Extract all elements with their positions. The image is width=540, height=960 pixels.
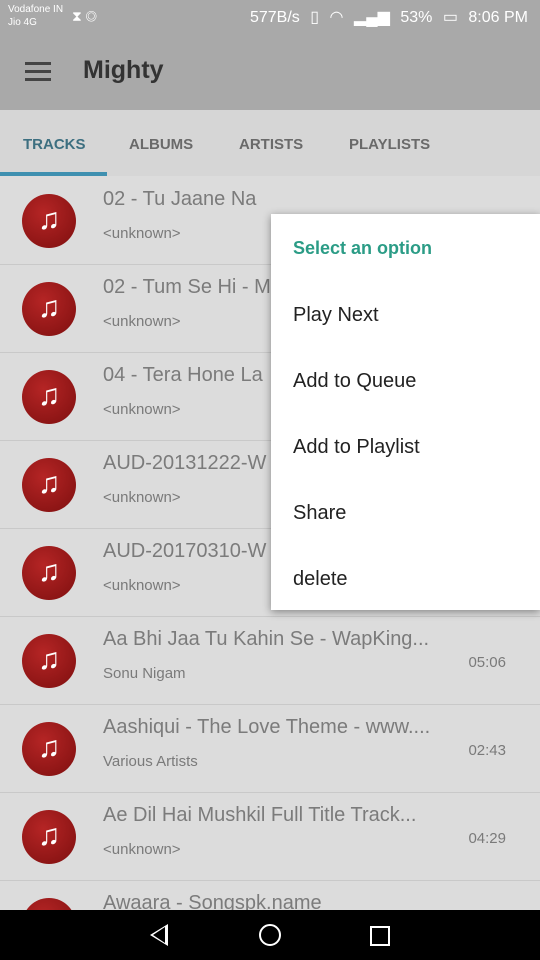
track-art: ♫ <box>22 722 76 776</box>
carrier-name: Vodafone IN <box>8 4 64 15</box>
battery-level: 53% <box>400 9 433 26</box>
menu-item-add-to-queue[interactable]: Add to Queue <box>293 370 416 393</box>
app-bar <box>0 34 540 110</box>
battery-icon: ▭ <box>442 9 458 26</box>
clock: 8:06 PM <box>468 9 528 26</box>
status-right: 577B/s ▯ ◠ ▂▄▆ 53% ▭ 8:06 PM <box>244 7 528 27</box>
track-art: ♫ <box>22 898 76 910</box>
track-art: ♫ <box>22 810 76 864</box>
track-title: Aa Bhi Jaa Tu Kahin Se - WapKing... <box>103 628 430 650</box>
app-title: Mighty <box>83 56 164 84</box>
menu-item-share[interactable]: Share <box>293 502 346 525</box>
track-title: Ae Dil Hai Mushkil Full Title Track... <box>103 804 417 826</box>
track-artist: <unknown> <box>103 841 181 858</box>
music-note-icon: ♫ <box>37 467 61 500</box>
track-title: Awaara - Songspk.name <box>103 892 322 910</box>
recent-square-icon[interactable] <box>370 926 390 946</box>
tab-albums[interactable]: ALBUMS <box>129 136 193 153</box>
track-row[interactable]: ♫ Aashiqui - The Love Theme - www.... Va… <box>0 704 540 793</box>
track-art: ♫ <box>22 194 76 248</box>
tab-playlists[interactable]: PLAYLISTS <box>349 136 430 153</box>
menu-item-delete[interactable]: delete <box>293 568 348 591</box>
track-artist: <unknown> <box>103 401 181 418</box>
carrier-info: Vodafone IN Jio 4G <box>8 3 63 29</box>
home-circle-icon[interactable] <box>259 924 281 946</box>
hamburger-icon[interactable] <box>25 62 51 82</box>
tab-tracks[interactable]: TRACKS <box>23 136 86 153</box>
popup-title: Select an option <box>293 238 433 258</box>
notification-icons: ⧗ ◎ <box>72 8 97 25</box>
music-note-icon: ♫ <box>37 819 61 852</box>
signal-icon: ▂▄▆ <box>353 9 390 26</box>
track-art: ♫ <box>22 634 76 688</box>
track-duration: 02:43 <box>468 742 506 759</box>
track-artist: <unknown> <box>103 225 181 242</box>
back-triangle-inner <box>153 927 165 943</box>
hourglass-icon: ⧗ <box>72 8 82 24</box>
track-title: 02 - Tu Jaane Na <box>103 188 257 210</box>
track-duration: 04:29 <box>468 830 506 847</box>
menu-item-play-next[interactable]: Play Next <box>293 304 379 327</box>
network-speed: 577B/s <box>249 9 300 26</box>
track-duration: 05:06 <box>468 654 506 671</box>
tab-bar: TRACKS ALBUMS ARTISTS PLAYLISTS <box>0 110 540 176</box>
track-artist: <unknown> <box>103 313 181 330</box>
track-row[interactable]: ♫ Ae Dil Hai Mushkil Full Title Track...… <box>0 792 540 881</box>
music-note-icon: ♫ <box>37 379 61 412</box>
whatsapp-icon: ◎ <box>85 8 97 24</box>
music-note-icon: ♫ <box>37 555 61 588</box>
music-note-icon: ♫ <box>37 203 61 236</box>
track-title: Aashiqui - The Love Theme - www.... <box>103 716 431 738</box>
system-nav-bar <box>0 910 540 960</box>
track-art: ♫ <box>22 458 76 512</box>
track-artist: <unknown> <box>103 489 181 506</box>
track-artist: Sonu Nigam <box>103 665 186 682</box>
network-name: Jio 4G <box>8 17 37 28</box>
track-art: ♫ <box>22 370 76 424</box>
track-row[interactable]: ♫ Aa Bhi Jaa Tu Kahin Se - WapKing... So… <box>0 616 540 705</box>
track-art: ♫ <box>22 282 76 336</box>
track-artist: <unknown> <box>103 577 181 594</box>
music-note-icon: ♫ <box>37 643 61 676</box>
track-row[interactable]: ♫ Awaara - Songspk.name <box>0 880 540 910</box>
track-artist: Various Artists <box>103 753 198 770</box>
music-note-icon: ♫ <box>37 731 61 764</box>
wifi-icon: ◠ <box>329 9 344 26</box>
track-art: ♫ <box>22 546 76 600</box>
status-bar: Vodafone IN Jio 4G ⧗ ◎ 577B/s ▯ ◠ ▂▄▆ 53… <box>0 0 540 34</box>
vibrate-icon: ▯ <box>310 9 320 26</box>
menu-item-add-to-playlist[interactable]: Add to Playlist <box>293 436 420 459</box>
tab-artists[interactable]: ARTISTS <box>239 136 303 153</box>
music-note-icon: ♫ <box>37 291 61 324</box>
options-popup: Select an option Play Next Add to Queue … <box>271 214 540 610</box>
